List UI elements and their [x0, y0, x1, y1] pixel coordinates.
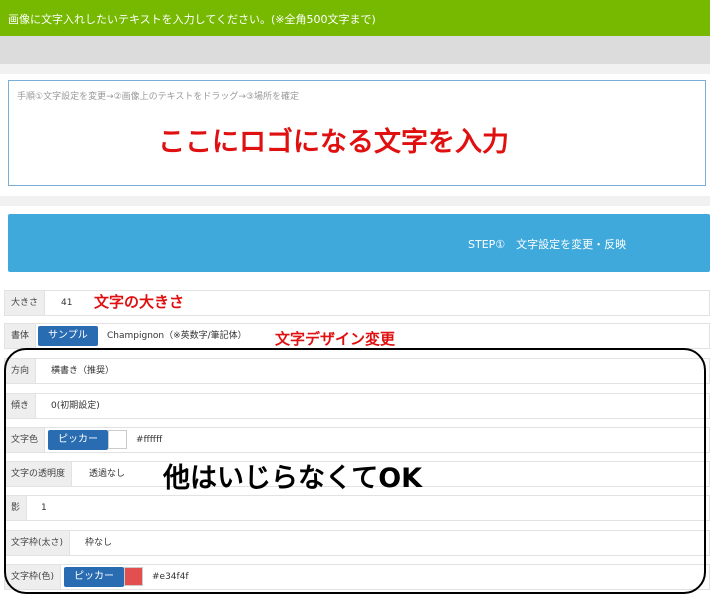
step1-apply-button[interactable]: STEP① 文字設定を変更・反映: [8, 214, 710, 272]
annotation-others-ok: 他はいじらなくてOK: [163, 463, 423, 494]
step1-apply-label: STEP① 文字設定を変更・反映: [468, 238, 627, 251]
instruction-header: 画像に文字入れしたいテキストを入力してください。(※全角500文字まで): [0, 0, 710, 36]
font-value[interactable]: Champignon（※英数字/筆記体）: [107, 324, 247, 348]
annotation-design: 文字デザイン変更: [275, 330, 396, 348]
header-text: 画像に文字入れしたいテキストを入力してください。(※全角500文字まで): [8, 13, 376, 26]
size-label: 大きさ: [5, 291, 46, 315]
toolbar-strip: [0, 36, 710, 64]
size-input[interactable]: 41: [61, 291, 72, 315]
text-input-placeholder: 手順①文字設定を変更→②画像上のテキストをドラッグ→③場所を確定: [17, 92, 300, 102]
annotation-size: 文字の大きさ: [94, 293, 185, 311]
font-sample-button[interactable]: サンプル: [38, 326, 98, 346]
divider: [0, 64, 710, 74]
font-label: 書体: [5, 324, 37, 348]
annotation-input-here: ここにロゴになる文字を入力: [158, 127, 509, 158]
divider: [0, 196, 710, 206]
